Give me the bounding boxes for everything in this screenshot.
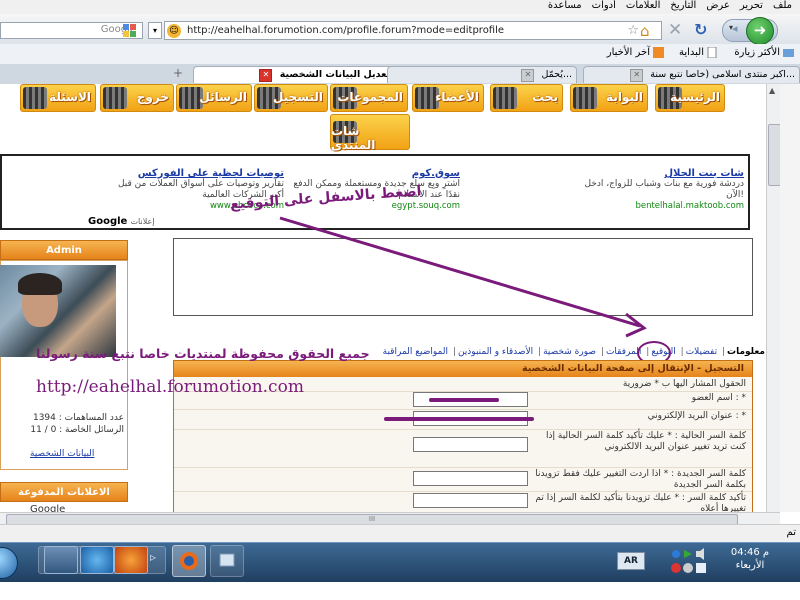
start-button[interactable] bbox=[0, 545, 20, 579]
internet-explorer-icon[interactable] bbox=[80, 546, 114, 574]
firefox-quicklaunch-icon[interactable] bbox=[114, 546, 148, 574]
field-label: كلمة السر الجديدة : * اذا اردت التغيير ع… bbox=[535, 469, 746, 490]
redaction-scribble bbox=[384, 417, 534, 421]
clock[interactable]: 04:46 م الأربعاء bbox=[730, 546, 770, 572]
bottom-strip bbox=[0, 582, 800, 600]
taskbar-firefox-window[interactable] bbox=[172, 545, 206, 577]
form-row-email: عنوان البريد الإلكتروني : * bbox=[174, 409, 752, 430]
form-row-new-password: كلمة السر الجديدة : * اذا اردت التغيير ع… bbox=[174, 467, 752, 492]
chevron-right-icon[interactable]: ▹ bbox=[150, 550, 156, 564]
field-label: عنوان البريد الإلكتروني : * bbox=[647, 411, 746, 421]
scroll-up-icon[interactable]: ▲ bbox=[769, 86, 775, 95]
antivirus-icon[interactable] bbox=[671, 563, 681, 573]
clock-day: الأربعاء bbox=[735, 560, 765, 571]
shield-icon[interactable] bbox=[696, 563, 706, 573]
network-icon[interactable] bbox=[672, 550, 680, 558]
watermark-text: جميع الحقوق محفوظة لمنتديات خاصا نتبع سن… bbox=[36, 346, 370, 361]
media-icon[interactable] bbox=[684, 550, 692, 558]
form-row-current-password: كلمة السر الحالية : * عليك تأكيد كلمة ال… bbox=[174, 429, 752, 468]
form-row-confirm-password: تأكيد كلمة السر : * عليك تزويدنا بتأكيد … bbox=[174, 491, 752, 514]
app-window-icon bbox=[219, 553, 235, 567]
current-password-field[interactable] bbox=[413, 437, 528, 452]
language-indicator[interactable]: AR bbox=[617, 552, 645, 570]
update-icon[interactable] bbox=[683, 563, 693, 573]
show-desktop-icon[interactable] bbox=[44, 546, 78, 574]
field-label: اسم العضو : * bbox=[691, 393, 746, 403]
taskbar-other-window[interactable] bbox=[210, 545, 244, 577]
required-note: الحقول المشار اليها ب * ضرورية bbox=[622, 379, 746, 389]
form-header: التسجيل - الإنتقال إلى صفحة البيانات الش… bbox=[174, 361, 752, 377]
watermark-url: http://eahelhal.forumotion.com bbox=[36, 377, 304, 397]
system-tray bbox=[668, 546, 728, 576]
field-label: كلمة السر الحالية : * عليك تأكيد كلمة ال… bbox=[546, 431, 746, 452]
status-bar: تم bbox=[0, 524, 800, 543]
status-text: تم bbox=[786, 527, 796, 538]
windows-orb-icon[interactable] bbox=[0, 547, 18, 579]
right-gutter bbox=[780, 84, 800, 512]
field-label: تأكيد كلمة السر : * عليك تزويدنا بتأكيد … bbox=[535, 493, 746, 514]
clock-time: 04:46 م bbox=[730, 547, 770, 558]
redaction-scribble bbox=[429, 398, 499, 402]
confirm-password-field[interactable] bbox=[413, 493, 528, 508]
volume-icon[interactable] bbox=[696, 548, 704, 560]
firefox-icon bbox=[180, 552, 198, 570]
vertical-scrollbar[interactable]: ▲ bbox=[766, 84, 781, 512]
new-password-field[interactable] bbox=[413, 471, 528, 486]
